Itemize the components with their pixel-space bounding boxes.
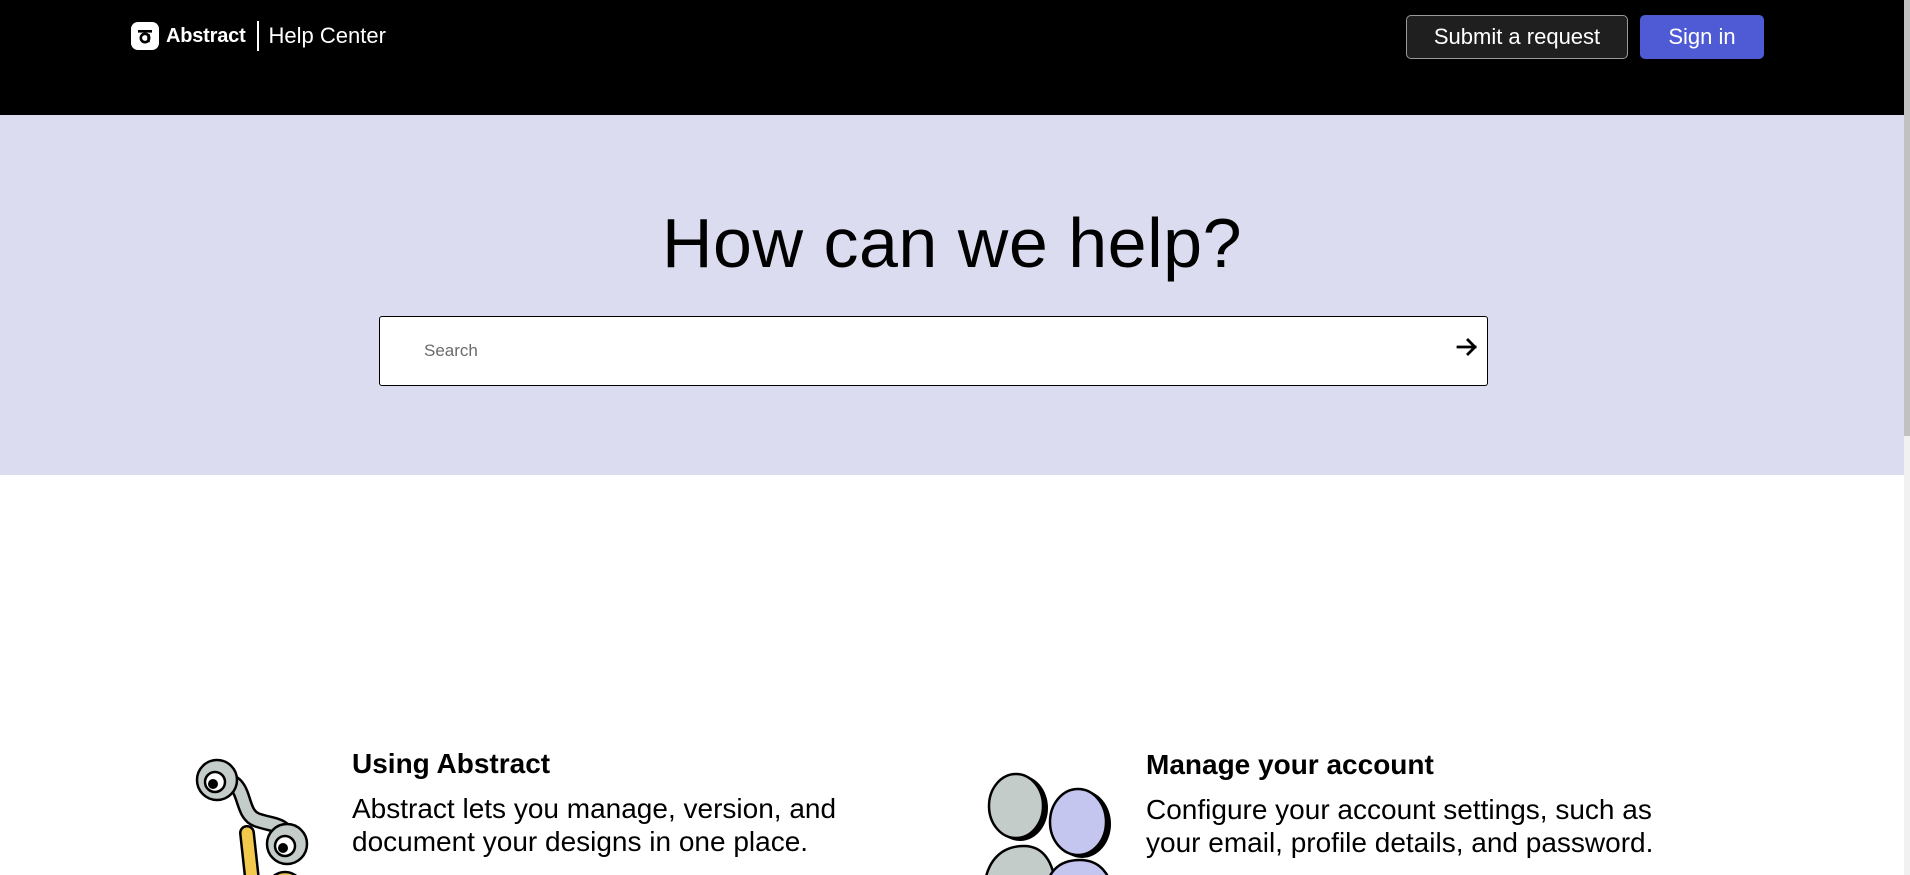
scrollbar-thumb[interactable] — [1904, 0, 1910, 436]
site-header: Abstract Help Center Submit a request Si… — [0, 0, 1904, 115]
branching-nodes-icon — [195, 758, 325, 875]
help-center-label: Help Center — [268, 23, 386, 48]
page-title: How can we help? — [662, 204, 1242, 282]
category-title[interactable]: Using Abstract — [352, 748, 550, 780]
arrow-right-icon[interactable] — [1454, 334, 1480, 360]
category-title[interactable]: Manage your account — [1146, 749, 1434, 781]
sign-in-button[interactable]: Sign in — [1640, 15, 1764, 59]
search-input[interactable] — [424, 317, 1424, 384]
brand-name: Abstract — [166, 24, 246, 47]
people-icon — [980, 760, 1115, 875]
category-description: Abstract lets you manage, version, and d… — [352, 793, 837, 857]
abstract-logo-icon — [131, 22, 159, 50]
submit-request-button[interactable]: Submit a request — [1406, 15, 1628, 59]
logo-divider — [256, 21, 259, 51]
home-logo-link[interactable]: Abstract Help Center — [131, 20, 386, 52]
page-scrollbar[interactable] — [1904, 0, 1910, 875]
search-form — [379, 316, 1488, 386]
hero-section: How can we help? — [0, 115, 1904, 475]
category-description: Configure your account settings, such as… — [1146, 794, 1654, 858]
